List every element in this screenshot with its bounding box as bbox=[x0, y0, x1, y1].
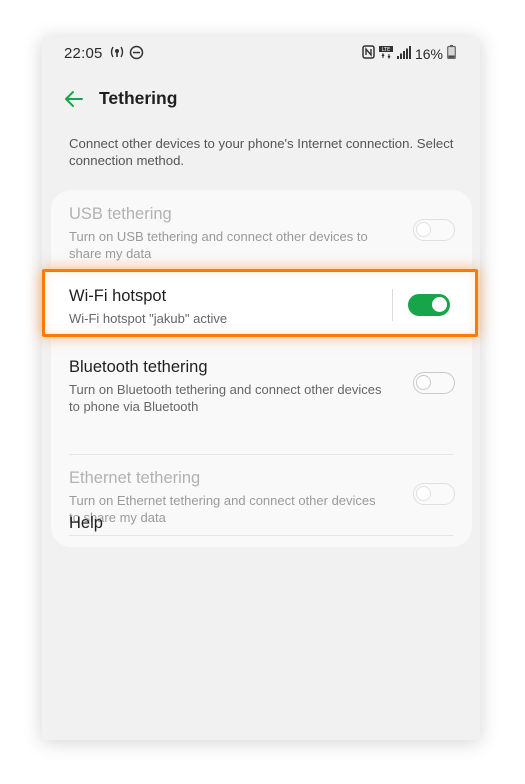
app-bar: Tethering bbox=[42, 83, 480, 115]
svg-text:LTE: LTE bbox=[382, 47, 390, 53]
help-link[interactable]: Help bbox=[69, 514, 103, 533]
nfc-icon bbox=[362, 45, 375, 63]
toggle-knob bbox=[432, 297, 447, 312]
status-left-icons bbox=[109, 44, 144, 64]
page-description: Connect other devices to your phone's In… bbox=[69, 136, 454, 168]
ethernet-tethering-subtitle: Turn on Ethernet tethering and connect o… bbox=[69, 493, 376, 525]
lte-icon: LTE bbox=[378, 45, 393, 63]
status-time: 22:05 bbox=[64, 45, 103, 62]
battery-percent: 16% bbox=[414, 46, 443, 62]
page-title: Tethering bbox=[99, 88, 178, 108]
status-right-icons: LTE 16% bbox=[362, 45, 456, 63]
wifi-calling-icon bbox=[109, 44, 125, 64]
usb-tethering-title: USB tethering bbox=[69, 205, 172, 223]
bluetooth-tethering-row[interactable]: Bluetooth tethering Turn on Bluetooth te… bbox=[51, 350, 472, 431]
toggle-knob bbox=[416, 222, 431, 237]
usb-tethering-row[interactable]: USB tethering Turn on USB tethering and … bbox=[51, 190, 472, 270]
bluetooth-tethering-title: Bluetooth tethering bbox=[69, 358, 208, 376]
toggle-knob bbox=[416, 375, 431, 390]
phone-screen: 22:05 LTE 16% Tethering Connect other de… bbox=[42, 37, 480, 740]
battery-icon bbox=[447, 45, 456, 63]
ethernet-tethering-title: Ethernet tethering bbox=[69, 469, 201, 487]
vertical-separator bbox=[392, 289, 393, 321]
back-button[interactable] bbox=[62, 87, 86, 111]
signal-icon bbox=[396, 45, 411, 63]
wifi-hotspot-toggle[interactable] bbox=[408, 294, 450, 316]
arrow-left-icon bbox=[65, 91, 83, 107]
bluetooth-tethering-subtitle: Turn on Bluetooth tethering and connect … bbox=[69, 382, 382, 414]
ethernet-tethering-toggle[interactable] bbox=[413, 483, 455, 505]
ethernet-tethering-row[interactable]: Ethernet tethering Turn on Ethernet teth… bbox=[51, 455, 472, 537]
do-not-disturb-icon bbox=[129, 45, 144, 64]
settings-card: USB tethering Turn on USB tethering and … bbox=[51, 190, 472, 547]
wifi-hotspot-title: Wi-Fi hotspot bbox=[69, 287, 167, 305]
wifi-hotspot-row[interactable]: Wi-Fi hotspot Wi-Fi hotspot "jakub" acti… bbox=[42, 269, 478, 337]
usb-tethering-toggle[interactable] bbox=[413, 219, 455, 241]
toggle-knob bbox=[416, 486, 431, 501]
wifi-hotspot-subtitle: Wi-Fi hotspot "jakub" active bbox=[69, 311, 228, 326]
help-row[interactable] bbox=[51, 536, 472, 547]
usb-tethering-subtitle: Turn on USB tethering and connect other … bbox=[69, 229, 368, 261]
status-bar: 22:05 LTE 16% bbox=[42, 37, 480, 71]
bluetooth-tethering-toggle[interactable] bbox=[413, 372, 455, 394]
